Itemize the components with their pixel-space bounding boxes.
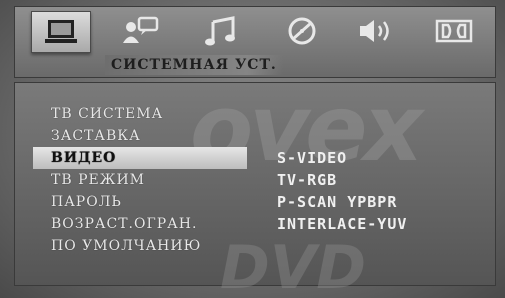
tab-language[interactable] bbox=[111, 11, 169, 51]
tab-audio[interactable] bbox=[191, 11, 249, 51]
menu-item-password[interactable]: ПАРОЛЬ bbox=[33, 191, 247, 213]
dolby-icon bbox=[435, 19, 473, 43]
settings-panel: ovex DVD ТВ СИСТЕМА ЗАСТАВКА ВИДЕО ТВ РЕ… bbox=[14, 75, 496, 298]
option-p-scan-ypbpr[interactable]: P-SCAN YPBPR bbox=[277, 191, 407, 213]
menu-item-screensaver[interactable]: ЗАСТАВКА bbox=[33, 125, 247, 147]
tab-system[interactable] bbox=[31, 11, 91, 53]
tab-dolby[interactable] bbox=[425, 11, 483, 51]
dvd-osd-screen: СИСТЕМНАЯ УСТ. ovex DVD ТВ СИСТЕМА ЗАСТА… bbox=[0, 0, 505, 298]
tab-icon-row bbox=[15, 7, 495, 53]
menu-item-parental-rating[interactable]: ВОЗРАСТ.ОГРАН. bbox=[33, 213, 247, 235]
menu-item-video[interactable]: ВИДЕО bbox=[33, 147, 247, 169]
menu-item-tv-system[interactable]: ТВ СИСТЕМА bbox=[33, 103, 247, 125]
tab-speaker[interactable] bbox=[349, 11, 407, 51]
monitor-icon bbox=[45, 20, 77, 43]
option-s-video[interactable]: S-VIDEO bbox=[277, 147, 407, 169]
menu-item-tv-mode[interactable]: ТВ РЕЖИМ bbox=[33, 169, 247, 191]
disc-icon bbox=[288, 17, 316, 45]
tab-bar: СИСТЕМНАЯ УСТ. bbox=[14, 6, 496, 78]
section-title: СИСТЕМНАЯ УСТ. bbox=[105, 55, 283, 75]
person-speech-icon bbox=[123, 16, 159, 43]
menu-item-defaults[interactable]: ПО УМОЛЧАНИЮ bbox=[33, 235, 247, 257]
option-interlace-yuv[interactable]: INTERLACE-YUV bbox=[277, 213, 407, 235]
video-options: S-VIDEO TV-RGB P-SCAN YPBPR INTERLACE-YU… bbox=[277, 147, 407, 235]
speaker-icon bbox=[360, 20, 389, 42]
music-note-icon bbox=[205, 16, 235, 46]
option-tv-rgb[interactable]: TV-RGB bbox=[277, 169, 407, 191]
settings-menu: ТВ СИСТЕМА ЗАСТАВКА ВИДЕО ТВ РЕЖИМ ПАРОЛ… bbox=[33, 103, 247, 257]
tab-video[interactable] bbox=[273, 11, 331, 51]
